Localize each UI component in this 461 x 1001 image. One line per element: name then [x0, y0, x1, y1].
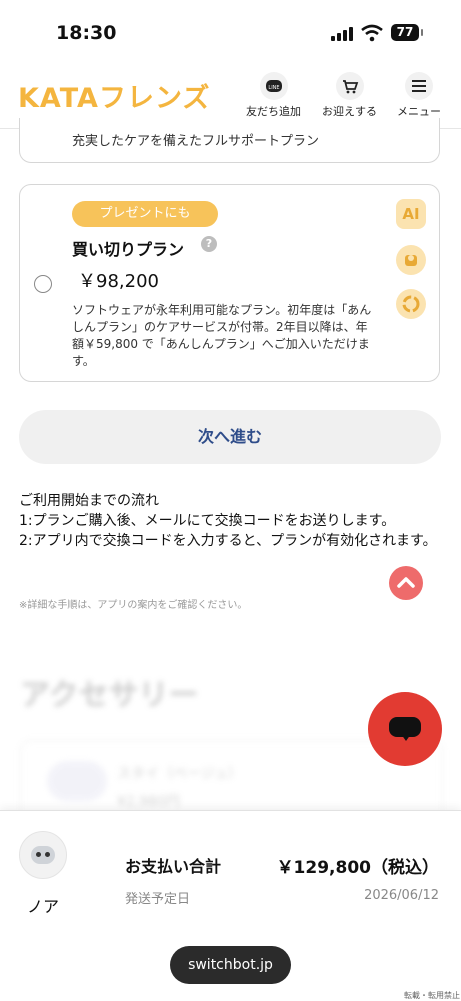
status-bar: 18:30 77 — [0, 0, 461, 64]
product-avatar — [19, 831, 67, 879]
site-logo[interactable]: KATAフレンズ — [18, 76, 210, 115]
accessory-name: スタイ（ベージュ） — [117, 766, 242, 782]
status-time: 18:30 — [56, 22, 117, 44]
plan-card-fullsupport[interactable]: 充実したケアを備えたフルサポートプラン — [19, 118, 440, 163]
gift-badge: プレゼントにも — [72, 201, 218, 227]
flow-step-1: 1:プランご購入後、メールにて交換コードをお送りします。 — [19, 513, 396, 529]
nav-add-friend[interactable]: LINE 友だち追加 — [246, 72, 301, 119]
scroll-top-button[interactable] — [389, 566, 423, 600]
nav-add-friend-label: 友だち追加 — [246, 105, 301, 118]
nav-welcome[interactable]: お迎えする — [322, 72, 377, 119]
accessories-title: アクセサリー — [20, 678, 199, 713]
total-value: ￥129,800（税込） — [276, 858, 439, 878]
chat-button[interactable] — [368, 692, 442, 766]
plan-radio[interactable] — [34, 275, 52, 293]
usage-flow: ご利用開始までの流れ 1:プランご購入後、メールにて交換コードをお送りします。 … — [19, 491, 439, 551]
wifi-icon — [361, 24, 383, 42]
plan-price: ￥98,200 — [78, 271, 159, 292]
plan-name: 買い切りプラン — [72, 240, 185, 259]
ai-feature-icon: AI — [396, 199, 426, 229]
ship-date-value: 2026/06/12 — [364, 888, 439, 903]
svg-text:LINE: LINE — [268, 85, 279, 91]
next-button[interactable]: 次へ進む — [19, 410, 441, 464]
nav-welcome-label: お迎えする — [322, 105, 377, 118]
total-label: お支払い合計 — [125, 857, 222, 876]
product-name: ノア — [27, 897, 60, 916]
sync-feature-icon — [396, 289, 426, 319]
plan-description: ソフトウェアが永年利用可能なプラン。初年度は「あんしんプラン」のケアサービスが付… — [72, 303, 372, 368]
plan-description: 充実したケアを備えたフルサポートプラン — [72, 134, 320, 149]
plan-card-buyout[interactable]: プレゼントにも 買い切りプラン ? ￥98,200 ソフトウェアが永年利用可能な… — [19, 184, 440, 382]
line-icon: LINE — [259, 72, 288, 100]
help-icon[interactable]: ? — [201, 236, 217, 252]
nav-menu[interactable]: メニュー — [397, 72, 441, 119]
cart-icon — [335, 72, 364, 100]
robot-face — [31, 846, 55, 864]
nav-menu-label: メニュー — [397, 105, 441, 118]
flow-title: ご利用開始までの流れ — [19, 493, 159, 509]
chevron-up-icon — [397, 577, 415, 588]
battery-icon: 77 — [391, 24, 419, 41]
url-bar[interactable]: switchbot.jp — [170, 946, 291, 984]
flow-note: ※詳細な手順は、アプリの案内をご確認ください。 — [19, 600, 248, 611]
battery-tip — [421, 29, 423, 36]
accessory-price: ¥2,980円 — [117, 794, 180, 810]
care-feature-icon — [396, 245, 426, 275]
signal-icon — [331, 27, 355, 41]
chat-icon-tail — [401, 734, 411, 741]
robot-eye-left — [36, 852, 41, 857]
ship-date-label: 発送予定日 — [125, 892, 191, 907]
accessory-image — [47, 761, 107, 801]
flow-step-2: 2:アプリ内で交換コードを入力すると、プランが有効化されます。 — [19, 533, 437, 549]
menu-icon — [405, 72, 433, 100]
robot-eye-right — [45, 852, 50, 857]
copyright-notice: 転載・転用禁止 — [404, 991, 460, 1000]
